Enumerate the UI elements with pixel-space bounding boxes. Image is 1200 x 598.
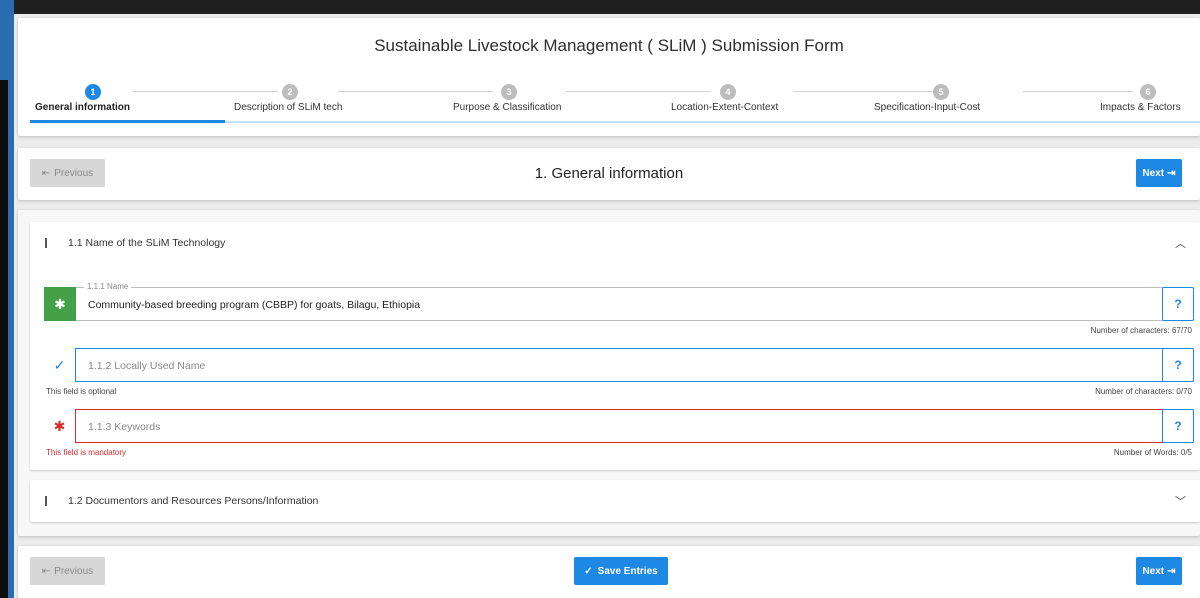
step-label: Specification-Input-Cost <box>874 102 981 113</box>
panel-title: 1.2 Documentors and Resources Persons/In… <box>68 495 319 507</box>
help-button[interactable]: ? <box>1162 409 1194 443</box>
window-frame-top <box>0 0 1200 14</box>
arrow-left-bar-icon: ⇤ <box>41 565 51 577</box>
step-number-badge: 2 <box>282 84 298 100</box>
section-heading: 1. General information <box>534 165 684 182</box>
form-header: Sustainable Livestock Management ( SLiM … <box>18 18 1200 136</box>
step-description[interactable]: 2 Description of SLiM tech <box>220 74 410 124</box>
help-button[interactable]: ? <box>1162 348 1194 382</box>
step-purpose-classification[interactable]: 3 Purpose & Classification <box>438 74 628 124</box>
next-label: Next <box>1142 167 1165 179</box>
step-number-badge: 3 <box>501 84 517 100</box>
form-title: Sustainable Livestock Management ( SLiM … <box>374 36 844 55</box>
optional-hint: This field is optional <box>46 387 117 396</box>
next-label: Next <box>1142 565 1165 577</box>
local-name-placeholder[interactable]: 1.1.2 Locally Used Name <box>88 360 205 372</box>
panel-marker <box>45 238 47 248</box>
panel-marker <box>45 496 47 506</box>
local-name-character-counter: Number of characters: 0/70 <box>1095 387 1192 396</box>
name-field-label: 1.1.1 Name <box>84 282 132 291</box>
asterisk-icon: ✱ <box>44 287 76 321</box>
keywords-word-counter: Number of Words: 0/5 <box>1113 448 1192 457</box>
step-impacts-factors[interactable]: 6 Impacts & Factors <box>1010 74 1200 124</box>
step-number-badge: 5 <box>933 84 949 100</box>
step-label: Location-Extent-Context <box>671 102 779 113</box>
next-button[interactable]: Next ⇥ <box>1136 557 1182 585</box>
panel-header[interactable]: 1.2 Documentors and Resources Persons/In… <box>30 480 1200 522</box>
step-number-badge: 4 <box>720 84 736 100</box>
step-label: Purpose & Classification <box>453 102 562 113</box>
save-label: Save Entries <box>597 565 658 577</box>
step-number-badge: 1 <box>85 84 101 100</box>
form-content: 1.1 Name of the SLiM Technology ︿ ✱ 1.1.… <box>18 210 1200 536</box>
keywords-field[interactable]: ✱ 1.1.3 Keywords ? <box>44 409 1194 443</box>
window-frame-left <box>0 0 14 598</box>
name-field-value[interactable]: Community-based breeding program (CBBP) … <box>88 299 420 311</box>
name-field[interactable]: ✱ 1.1.1 Name Community-based breeding pr… <box>44 282 1194 321</box>
top-navigation: ⇤ Previous 1. General information Next ⇥ <box>18 148 1200 200</box>
step-label: Description of SLiM tech <box>234 102 343 113</box>
next-button[interactable]: Next ⇥ <box>1136 159 1182 187</box>
step-label: General information <box>35 102 131 113</box>
local-name-field[interactable]: ✓ 1.1.2 Locally Used Name ? <box>44 348 1194 382</box>
arrow-right-bar-icon: ⇥ <box>1167 167 1176 179</box>
help-button[interactable]: ? <box>1162 287 1194 321</box>
chevron-up-icon[interactable]: ︿ <box>1175 235 1186 251</box>
check-icon: ✓ <box>44 348 76 382</box>
stepper: 1 General information 2 Description of S… <box>18 74 1200 124</box>
bottom-navigation: ⇤ Previous ✓ Save Entries Next ⇥ <box>18 546 1200 598</box>
stepper-progress-fill <box>30 120 225 123</box>
mandatory-hint: This field is mandatory <box>46 448 127 457</box>
panel-documentors: 1.2 Documentors and Resources Persons/In… <box>30 480 1200 522</box>
asterisk-icon: ✱ <box>44 409 76 443</box>
keywords-placeholder[interactable]: 1.1.3 Keywords <box>88 421 160 433</box>
step-location-extent-context[interactable]: 4 Location-Extent-Context <box>658 74 848 124</box>
step-number-badge: 6 <box>1140 84 1156 100</box>
arrow-right-bar-icon: ⇥ <box>1167 565 1176 577</box>
panel-name-of-technology: 1.1 Name of the SLiM Technology ︿ ✱ 1.1.… <box>30 222 1200 470</box>
chevron-down-icon[interactable]: ﹀ <box>1175 493 1186 509</box>
previous-label: Previous <box>54 565 94 577</box>
check-icon: ✓ <box>584 565 593 577</box>
previous-button[interactable]: ⇤ Previous <box>30 557 105 585</box>
step-label: Impacts & Factors <box>1100 102 1181 113</box>
window-frame-left-inner <box>0 80 8 598</box>
save-entries-button[interactable]: ✓ Save Entries <box>574 557 668 585</box>
name-character-counter: Number of characters: 67/70 <box>1090 326 1192 335</box>
panel-title: 1.1 Name of the SLiM Technology <box>68 237 226 249</box>
panel-header[interactable]: 1.1 Name of the SLiM Technology ︿ <box>30 222 1200 264</box>
step-general-information[interactable]: 1 General information <box>30 74 220 124</box>
